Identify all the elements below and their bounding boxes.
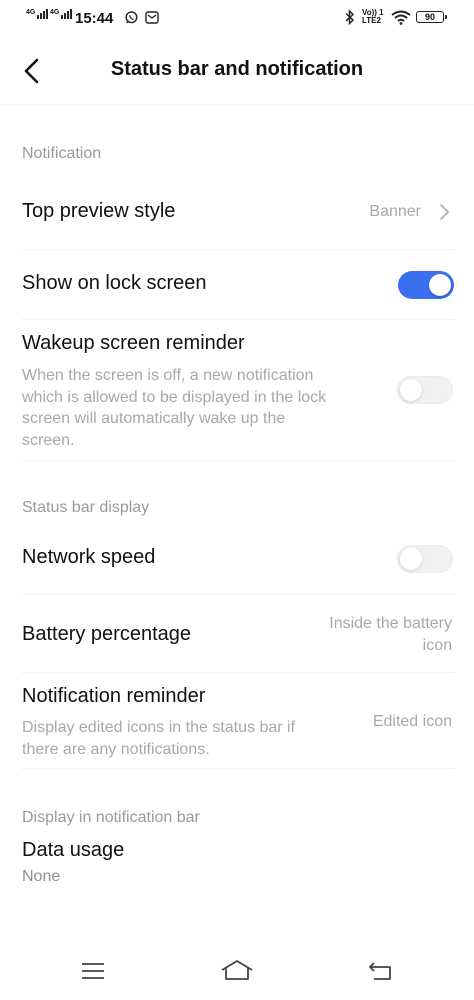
chevron-right-icon <box>440 204 449 220</box>
battery-percentage-row[interactable]: Battery percentage Inside the battery ic… <box>0 597 474 671</box>
divider <box>22 249 454 250</box>
volte-indicator: Vo)) 1 LTE2 <box>362 9 384 25</box>
clock: 15:44 <box>75 10 114 27</box>
description-line: When the screen is off, a new notificati… <box>22 367 314 384</box>
navigation-bar <box>0 940 474 1000</box>
section-header-notification-bar: Display in notification bar <box>22 809 200 826</box>
wakeup-screen-reminder-toggle[interactable] <box>397 376 453 404</box>
notification-reminder-description: Display edited icons in the status bar i… <box>22 717 295 760</box>
notification-reminder-value: Edited icon <box>372 713 452 730</box>
section-header-notification: Notification <box>22 145 102 162</box>
show-on-lock-screen-label: Show on lock screen <box>22 272 207 294</box>
wakeup-screen-reminder-description: When the screen is off, a new notificati… <box>22 365 326 451</box>
network-speed-toggle[interactable] <box>397 545 453 573</box>
value-line: icon <box>422 636 452 654</box>
description-line: there are any notifications. <box>22 740 210 758</box>
battery-percentage-value: Inside the battery icon <box>329 613 452 656</box>
data-usage-value: None <box>22 868 61 885</box>
description-line: screen. <box>22 431 75 449</box>
show-on-lock-screen-toggle[interactable] <box>398 271 454 299</box>
menu-icon[interactable] <box>81 962 105 980</box>
divider <box>22 672 454 673</box>
bluetooth-icon <box>345 9 355 26</box>
signal-icon-sim2: 4G <box>50 9 73 19</box>
signal-icon-sim1: 4G <box>26 9 49 19</box>
network-speed-row[interactable]: Network speed <box>0 526 474 592</box>
description-line: which is allowed to be displayed in the … <box>22 388 327 406</box>
lte-label: LTE2 <box>362 16 381 25</box>
network-type-label: 4G <box>50 9 60 16</box>
app-header: Status bar and notification <box>0 36 474 105</box>
description-line: screen will automatically wake up the <box>22 410 286 427</box>
battery-percentage-label: Battery percentage <box>22 623 191 645</box>
top-preview-style-label: Top preview style <box>22 200 176 222</box>
notification-reminder-row[interactable]: Notification reminder Display edited ico… <box>0 675 474 767</box>
top-preview-style-row[interactable]: Top preview style Banner <box>0 180 474 246</box>
back-nav-icon[interactable] <box>368 961 394 981</box>
wakeup-screen-reminder-row[interactable]: Wakeup screen reminder When the screen i… <box>0 322 474 458</box>
battery-icon: 90 <box>416 11 447 23</box>
notification-reminder-label: Notification reminder <box>22 685 206 707</box>
section-header-status-bar-display: Status bar display <box>22 499 150 516</box>
show-on-lock-screen-row[interactable]: Show on lock screen <box>0 252 474 318</box>
divider <box>22 319 454 320</box>
home-icon[interactable] <box>220 959 254 981</box>
divider <box>22 768 454 769</box>
data-usage-row[interactable]: Data usage None <box>0 832 474 892</box>
description-line: Display edited icons in the status bar i… <box>22 719 296 736</box>
top-preview-style-value: Banner <box>369 203 421 220</box>
message-icon <box>145 11 159 24</box>
divider <box>22 594 454 595</box>
wifi-icon <box>391 10 411 25</box>
divider <box>22 460 454 461</box>
wakeup-screen-reminder-label: Wakeup screen reminder <box>22 332 245 354</box>
value-line: Inside the battery <box>329 615 452 632</box>
network-speed-label: Network speed <box>22 546 156 568</box>
whatsapp-icon <box>125 11 138 24</box>
network-type-label: 4G <box>26 9 36 16</box>
status-bar: 4G 4G 15:44 Vo)) 1 LTE2 90 <box>0 0 474 36</box>
page-title: Status bar and notification <box>110 58 364 80</box>
data-usage-label: Data usage <box>22 839 125 861</box>
